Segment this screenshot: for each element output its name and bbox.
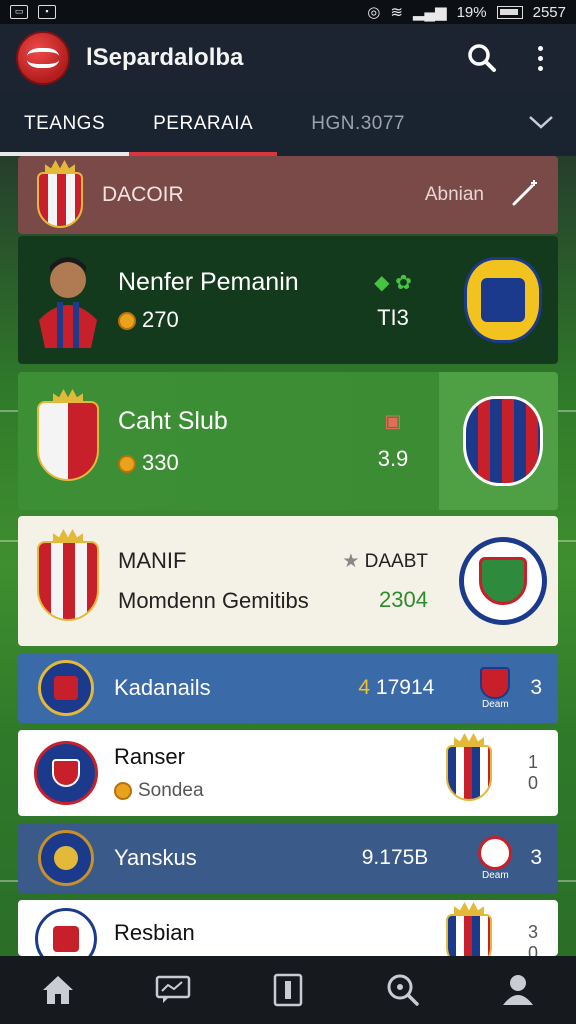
edit-button[interactable] [510, 178, 540, 213]
club-crest [18, 830, 114, 886]
row-name: Nenfer Pemanin [118, 267, 299, 296]
card-icon [273, 973, 303, 1007]
list-item[interactable]: Caht Slub 330 ▣ 3.9 [18, 372, 558, 510]
row-name: Yanskus [114, 845, 197, 870]
alarm-icon: ◎ [367, 4, 381, 21]
status-bar: ▭ ▪ ◎ ≋ ▂▄▆ 19% 2557 [0, 0, 576, 24]
row-right-label: DAABT [364, 550, 428, 572]
chat-icon [155, 975, 191, 1003]
mini-crest-icon: ▣ [384, 410, 402, 431]
row-name: Resbian [114, 920, 195, 945]
list-item[interactable]: Yanskus 9.175B Deam 3 [18, 823, 558, 893]
row-subtitle: Momdenn Gemitibs [118, 588, 309, 613]
tab-peraraia[interactable]: PERARAIA [129, 92, 278, 156]
header-card[interactable]: DACOIR Abnian [18, 156, 558, 234]
club-crest [18, 741, 114, 805]
row-name: Kadanails [114, 675, 211, 700]
nav-home[interactable] [33, 965, 83, 1015]
row-subtitle: Sondea [138, 780, 204, 801]
row-mid-value: TI3 [377, 304, 409, 330]
flag-icon: ◆ ✿ [374, 271, 412, 294]
image-icon: ▪ [38, 5, 56, 19]
team-crest [434, 902, 504, 956]
row-value: 17914 [375, 676, 435, 699]
list-item[interactable]: Resbian 3 0 [18, 900, 558, 956]
battery-level: 19% [456, 3, 487, 21]
search-icon [468, 44, 496, 72]
club-crest [18, 160, 102, 228]
search-icon [387, 974, 419, 1006]
row-right-value: 3 [530, 846, 542, 869]
crest-caption: Deam [481, 869, 509, 881]
tab-hgn[interactable]: HGN.3077 [287, 92, 429, 156]
clock: 2557 [532, 3, 566, 21]
row-name: Caht Slub [118, 406, 228, 435]
nav-cards[interactable] [263, 965, 313, 1015]
club-crest [18, 529, 118, 621]
tabs-dropdown-button[interactable] [528, 114, 576, 135]
row-right-value: 3 [530, 676, 542, 699]
row-name: MANIF [118, 548, 187, 573]
row-value: 330 [142, 449, 179, 475]
row-value: 270 [142, 306, 179, 332]
coin-icon [114, 781, 132, 800]
club-crest [18, 389, 118, 481]
app-title: lSepardalolba [86, 44, 244, 71]
header-card-right-label: Abnian [424, 184, 484, 205]
header-card-name: DACOIR [102, 183, 184, 206]
home-icon [42, 976, 73, 1004]
chevron-down-icon [529, 115, 553, 129]
tab-teangs[interactable]: TEANGS [0, 92, 130, 156]
row-right-value: 2304 [379, 586, 428, 612]
team-crest [448, 537, 558, 625]
list-item[interactable]: Ranser Sondea 1 0 [18, 730, 558, 816]
coin-icon [118, 311, 136, 330]
team-crest [448, 396, 558, 486]
notification-icon: ▭ [10, 5, 28, 19]
row-name: Ranser [114, 744, 185, 769]
battery-icon [496, 5, 523, 19]
row-right-value: 1 [527, 752, 538, 772]
bottom-nav [0, 956, 576, 1024]
row-right-value-2: 0 [527, 943, 538, 956]
mini-crest-icon [480, 666, 511, 699]
star-icon: ★ [342, 550, 365, 572]
crest-caption: Deam [481, 698, 509, 710]
search-button[interactable] [462, 38, 502, 78]
list-item[interactable]: Nenfer Pemanin 270 ◆ ✿ TI3 [18, 236, 558, 364]
mini-crest-icon [478, 835, 513, 870]
magic-wand-icon [512, 179, 537, 205]
more-options-button[interactable] [520, 38, 560, 78]
nav-profile[interactable] [493, 965, 543, 1015]
list-item[interactable]: Kadanails 4 17914 Deam 3 [18, 653, 558, 723]
app-bar: lSepardalolba [0, 24, 576, 92]
profile-icon [503, 975, 534, 1005]
row-prefix: 4 [358, 676, 371, 699]
nav-chat[interactable] [148, 965, 198, 1015]
tab-bar: TEANGS PERARAIA HGN.3077 [0, 92, 576, 156]
row-right-value-2: 0 [527, 773, 538, 793]
nav-search[interactable] [378, 965, 428, 1015]
team-crest [448, 257, 558, 343]
list-item[interactable]: MANIF Momdenn Gemitibs ★ DAABT 2304 [18, 516, 558, 646]
row-right-value: 3 [527, 922, 538, 942]
wifi-icon: ≋ [390, 4, 403, 21]
more-vert-icon [537, 45, 543, 71]
app-logo[interactable] [16, 31, 70, 85]
team-crest [434, 733, 504, 801]
row-mid-value: 3.9 [377, 445, 409, 471]
club-crest [18, 908, 114, 956]
signal-icon: ▂▄▆ [412, 4, 447, 21]
player-avatar [18, 250, 118, 350]
row-value: 9.175B [361, 846, 429, 869]
club-crest [18, 660, 114, 716]
coin-icon [118, 454, 136, 473]
